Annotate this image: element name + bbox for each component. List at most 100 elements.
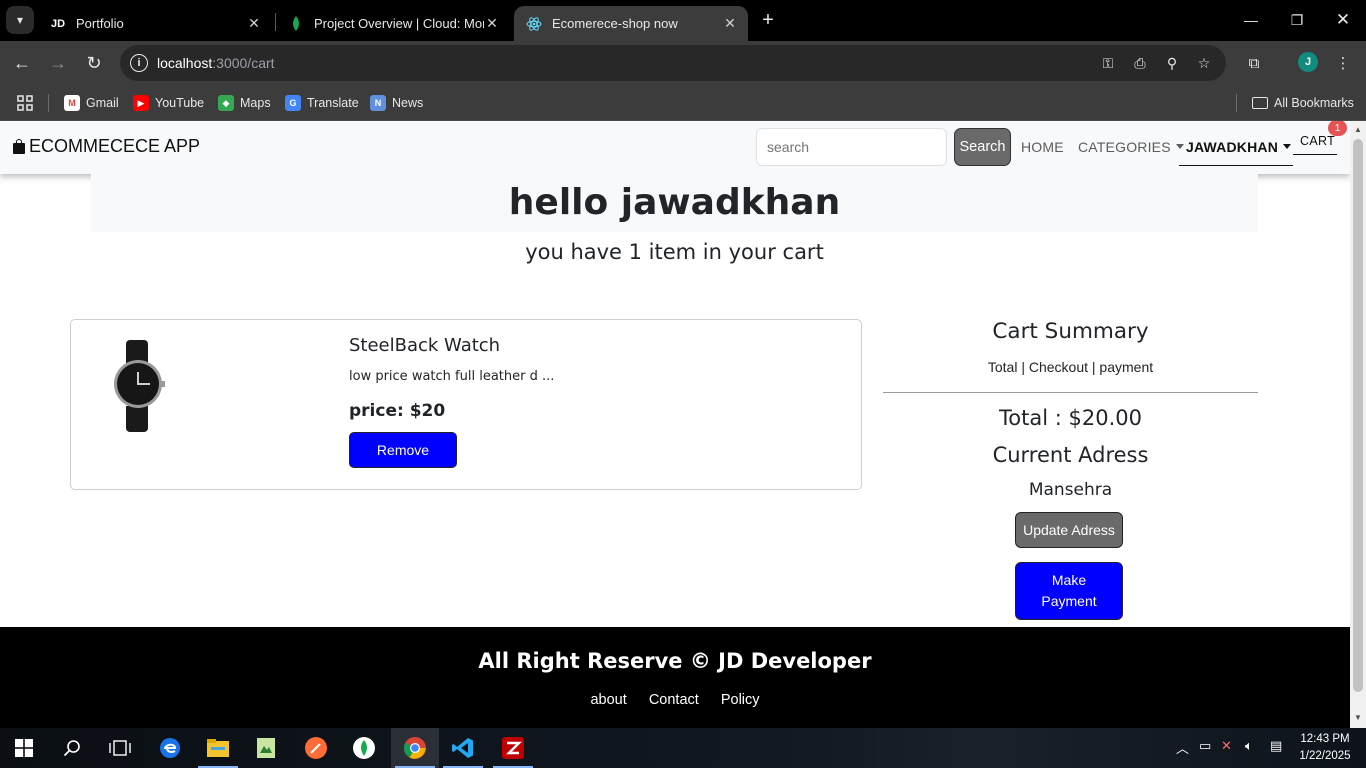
- close-icon[interactable]: ✕: [246, 15, 262, 32]
- footer-link-policy[interactable]: Policy: [721, 692, 760, 708]
- network-off-icon[interactable]: ✕: [1221, 738, 1232, 754]
- notepad-app-icon[interactable]: [242, 728, 290, 768]
- page-scrollbar[interactable]: ▲ ▼: [1350, 121, 1366, 728]
- close-icon[interactable]: ✕: [722, 15, 738, 32]
- user-underline: [1179, 165, 1293, 166]
- taskbar-clock[interactable]: 12:43 PM 1/22/2025: [1294, 731, 1356, 765]
- greeting-title: hello jawadkhan: [508, 182, 841, 223]
- product-description: low price watch full leather d ...: [349, 369, 555, 384]
- file-explorer-icon[interactable]: [194, 728, 242, 768]
- restore-icon[interactable]: ❐: [1274, 0, 1320, 40]
- footer-links: about Contact Policy: [0, 692, 1350, 708]
- scrollbar-thumb[interactable]: [1353, 139, 1363, 692]
- bookmarks-bar: M Gmail ▶ YouTube ◆ Maps G Translate N N…: [0, 85, 1366, 121]
- zoom-icon[interactable]: ⚲: [1162, 53, 1182, 73]
- app-navbar: ECOMMECECE APP Search HOME CATEGORIES JA…: [0, 121, 1350, 174]
- summary-divider: [883, 392, 1258, 393]
- windows-start-icon[interactable]: [0, 728, 48, 768]
- scroll-up-icon[interactable]: ▲: [1353, 125, 1363, 135]
- react-atom-icon: [526, 16, 542, 32]
- new-tab-icon[interactable]: +: [756, 8, 780, 32]
- tab-title: Project Overview | Cloud: MongoDB: [314, 16, 484, 31]
- gmail-icon: M: [64, 95, 80, 111]
- search-input[interactable]: [756, 128, 947, 166]
- menu-kebab-icon[interactable]: ⋮: [1331, 51, 1355, 75]
- site-info-icon[interactable]: i: [130, 54, 148, 72]
- nav-categories-dropdown[interactable]: CATEGORIES: [1078, 139, 1184, 155]
- news-icon: N: [370, 95, 386, 111]
- cart-item-card: SteelBack Watch low price watch full lea…: [70, 319, 862, 490]
- bookmark-maps[interactable]: ◆ Maps: [218, 92, 271, 114]
- url-text[interactable]: localhost:3000/cart: [157, 55, 275, 71]
- extensions-icon[interactable]: ⧉: [1242, 51, 1266, 75]
- task-view-icon[interactable]: [96, 728, 144, 768]
- forward-icon[interactable]: →: [44, 49, 72, 77]
- windows-taskbar: ︿ ▭ ✕ 🔈︎ ▤ 12:43 PM 1/22/2025: [0, 728, 1366, 768]
- browser-toolbar: ← → ↻ i localhost:3000/cart ⚿ ⎙ ⚲ ☆ ⧉ ⋮: [0, 41, 1366, 85]
- tab-strip: ▾ JD Portfolio ✕ Project Overview | Clou…: [0, 0, 1366, 41]
- chrome-icon[interactable]: [391, 728, 439, 768]
- product-image: [109, 340, 165, 432]
- web-page: ECOMMECECE APP Search HOME CATEGORIES JA…: [0, 121, 1350, 627]
- make-payment-button[interactable]: Make Payment: [1015, 562, 1123, 620]
- footer-link-contact[interactable]: Contact: [649, 692, 699, 708]
- tray-chevron-icon[interactable]: ︿: [1176, 738, 1189, 757]
- update-address-button[interactable]: Update Adress: [1015, 512, 1123, 548]
- bookmark-separator: [1236, 94, 1237, 112]
- clock-time: 12:43 PM: [1300, 733, 1350, 745]
- cart-underline: [1293, 154, 1337, 155]
- nav-home[interactable]: HOME: [1021, 139, 1064, 155]
- brand-text: ECOMMECECE APP: [29, 136, 201, 156]
- scroll-down-icon[interactable]: ▼: [1353, 713, 1363, 723]
- tab-title: Ecomerece-shop now: [552, 16, 678, 31]
- tab-search-button[interactable]: ▾: [6, 6, 34, 34]
- jd-favicon-icon: JD: [50, 17, 66, 30]
- filezilla-icon[interactable]: [489, 728, 537, 768]
- translate-icon: G: [285, 95, 301, 111]
- summary-subtitle: Total | Checkout | payment: [987, 359, 1154, 375]
- profile-avatar[interactable]: J: [1298, 52, 1318, 72]
- remove-button[interactable]: Remove: [349, 432, 457, 468]
- install-app-icon[interactable]: ⎙: [1130, 53, 1150, 73]
- bookmark-star-icon[interactable]: ☆: [1194, 53, 1214, 73]
- address-title: Current Adress: [992, 443, 1149, 467]
- vscode-icon[interactable]: [439, 728, 487, 768]
- tab-portfolio[interactable]: JD Portfolio ✕: [38, 6, 272, 41]
- bookmark-gmail[interactable]: M Gmail: [64, 92, 119, 114]
- minimize-icon[interactable]: —: [1228, 0, 1274, 40]
- product-name: SteelBack Watch: [349, 335, 501, 356]
- battery-icon[interactable]: ▭: [1199, 738, 1211, 754]
- all-bookmarks[interactable]: All Bookmarks: [1252, 92, 1354, 114]
- bookmark-translate[interactable]: G Translate: [285, 92, 359, 114]
- footer-link-about[interactable]: about: [590, 692, 626, 708]
- product-price: price: $20: [349, 401, 446, 421]
- search-icon[interactable]: [48, 728, 96, 768]
- notifications-icon[interactable]: ▤: [1270, 738, 1282, 754]
- postman-icon[interactable]: [292, 728, 340, 768]
- summary-total: Total : $20.00: [999, 406, 1142, 430]
- tab-mongodb[interactable]: Project Overview | Cloud: MongoDB ✕: [276, 6, 510, 41]
- folder-icon: [1252, 97, 1268, 109]
- tab-ecomerece-shop[interactable]: Ecomerece-shop now ✕: [514, 6, 748, 41]
- close-icon[interactable]: ✕: [484, 15, 500, 32]
- mongodb-leaf-icon: [288, 16, 304, 32]
- summary-title: Cart Summary: [992, 319, 1149, 344]
- bookmark-separator: [48, 94, 49, 112]
- apps-grid-icon[interactable]: [16, 92, 34, 114]
- address-bar[interactable]: i localhost:3000/cart ⚿ ⎙ ⚲ ☆: [120, 45, 1226, 81]
- brand-link[interactable]: ECOMMECECE APP: [12, 136, 200, 157]
- bookmark-news[interactable]: N News: [370, 92, 423, 114]
- reload-icon[interactable]: ↻: [80, 49, 108, 77]
- bookmark-youtube[interactable]: ▶ YouTube: [133, 92, 204, 114]
- nav-user-dropdown[interactable]: JAWADKHAN: [1186, 139, 1291, 155]
- search-button[interactable]: Search: [954, 128, 1011, 166]
- mongodb-compass-icon[interactable]: [340, 728, 388, 768]
- password-key-icon[interactable]: ⚿: [1098, 53, 1118, 73]
- edge-icon[interactable]: [146, 728, 194, 768]
- address-value: Mansehra: [1028, 480, 1113, 500]
- close-window-icon[interactable]: ✕: [1320, 0, 1366, 40]
- tab-title: Portfolio: [76, 16, 124, 31]
- volume-icon[interactable]: 🔈︎: [1245, 738, 1253, 754]
- back-icon[interactable]: ←: [8, 49, 36, 77]
- nav-cart[interactable]: CART: [1300, 134, 1335, 148]
